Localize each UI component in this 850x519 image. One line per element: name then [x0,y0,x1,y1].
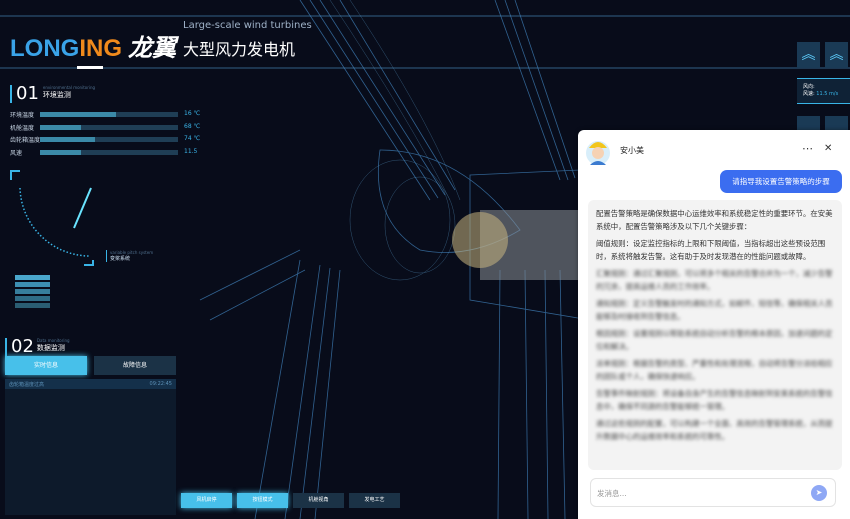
wind-info: 风向: 风速: 11.5 m/s [797,78,850,104]
env-value: 68 ℃ [184,122,201,130]
tab-realtime[interactable]: 实时信息 [5,356,87,375]
pitch-label: variable pitch system 变桨系统 [106,250,153,262]
down-chevron-button-1[interactable] [797,116,820,130]
chat-panel: 安小美 ⋯ ✕ 请指导我设置告警策略的步骤 配置告警策略是确保数据中心运维效率和… [578,130,850,519]
down-chevron-button-2[interactable] [825,116,848,130]
pitch-gauge [10,170,94,266]
bottom-button[interactable]: 风机启停 [181,493,232,508]
assistant-reply: 配置告警策略是确保数据中心运维效率和系统稳定性的重要环节。在安美系统中，配置告警… [588,200,842,470]
assistant-name: 安小美 [620,146,644,155]
bottom-button[interactable]: 机舱视角 [293,493,344,508]
env-label: 齿轮箱温度 [10,137,41,144]
env-value: 74 ℃ [184,135,201,142]
bottom-button[interactable]: 发电工艺 [349,493,400,508]
env-row: 机舱温度 68 ℃ [10,122,210,132]
env-value: 11.5 [184,147,198,155]
env-value: 16 ℃ [184,110,201,117]
bottom-button[interactable]: 按钮模式 [237,493,288,508]
up-chevron-button-1[interactable]: ︽ [797,42,820,68]
env-bar [40,112,178,117]
env-row: 环境温度 16 ℃ [10,110,210,119]
env-row: 风速 11.5 [10,147,210,157]
data-panel: 齿轮箱温度过高 09:22:45 [5,379,176,515]
up-chevron-button-2[interactable]: ︽ [825,42,848,68]
data-section-header: 02 Data monitoring 数据监测 [5,338,70,356]
send-icon[interactable]: ➤ [811,485,827,501]
env-bar [40,124,178,130]
env-row: 齿轮箱温度 74 ℃ [10,135,210,144]
user-message: 请指导我设置告警策略的步骤 [720,170,842,193]
more-icon[interactable]: ⋯ [802,142,813,155]
input-placeholder: 发消息... [597,489,627,498]
assistant-avatar [586,141,610,165]
tab-fault[interactable]: 故障信息 [94,356,176,375]
section-number: 01 [10,85,39,103]
stacked-bars-icon [15,275,50,308]
message-input[interactable]: 发消息... ➤ [590,478,836,507]
section-title: 环境监测 [42,91,71,99]
env-bar [40,149,178,155]
env-bar [40,137,178,142]
env-label: 机舱温度 [10,124,35,132]
env-label: 环境温度 [10,112,35,119]
data-row[interactable]: 齿轮箱温度过高 09:22:45 [5,379,176,389]
close-icon[interactable]: ✕ [824,143,832,154]
env-section-header: 01 environmental monitoring 环境监测 [10,85,95,103]
env-label: 风速 [10,149,23,157]
